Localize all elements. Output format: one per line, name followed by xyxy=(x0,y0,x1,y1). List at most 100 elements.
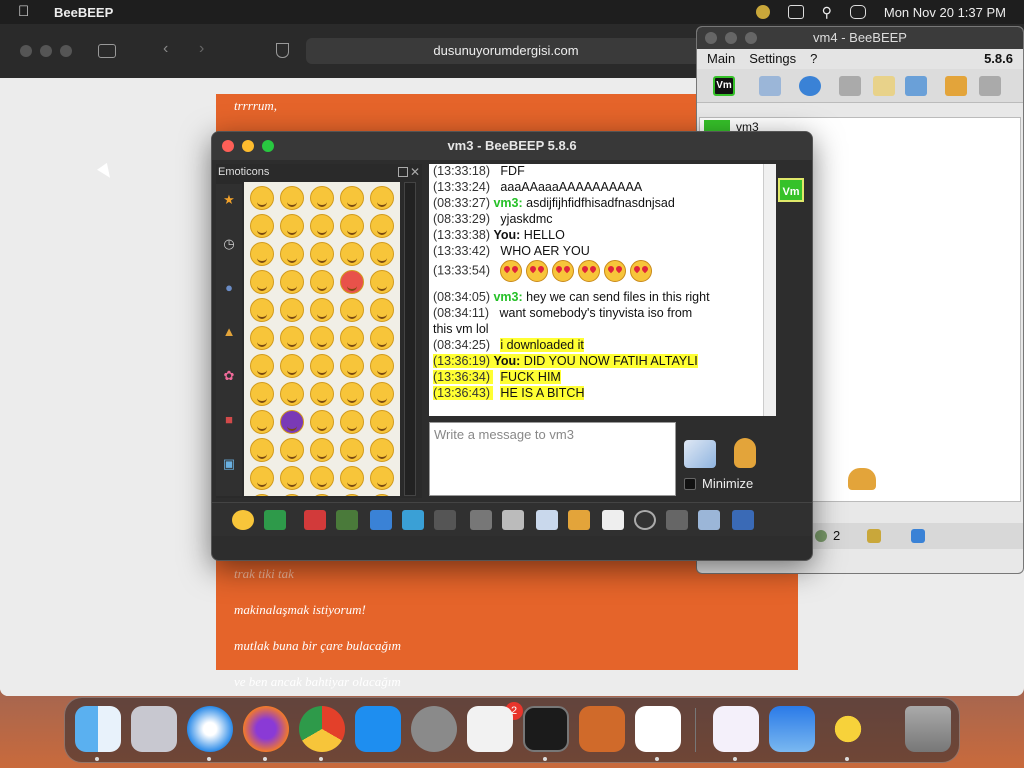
emoticon-icon[interactable] xyxy=(370,382,394,406)
zoom-button[interactable] xyxy=(60,45,72,57)
emoticon-icon[interactable] xyxy=(250,410,274,434)
emoticon-icon[interactable] xyxy=(340,270,364,294)
textedit-icon[interactable] xyxy=(467,706,513,752)
send-file-icon[interactable] xyxy=(536,510,558,530)
microphone-icon[interactable] xyxy=(734,438,756,468)
emoticon-icon[interactable] xyxy=(310,326,334,350)
emoticon-icon[interactable] xyxy=(310,270,334,294)
vm-icon[interactable]: Vm xyxy=(713,76,735,96)
launchpad-icon[interactable] xyxy=(131,706,177,752)
message-input[interactable]: Write a message to vm3 xyxy=(429,422,676,496)
close-button[interactable] xyxy=(222,140,234,152)
firefox-icon[interactable] xyxy=(243,706,289,752)
color-icon[interactable] xyxy=(336,510,358,530)
emoticon-icon[interactable] xyxy=(250,494,274,496)
menu-settings[interactable]: Settings xyxy=(749,49,796,69)
emoticon-icon[interactable] xyxy=(280,214,304,238)
emoticon-icon[interactable] xyxy=(250,298,274,322)
emoticon-icon[interactable] xyxy=(310,466,334,490)
document-icon[interactable] xyxy=(502,510,524,530)
emoticon-icon[interactable] xyxy=(340,438,364,462)
url-bar[interactable]: dusunuyorumdergisi.com xyxy=(306,38,706,64)
emoticon-icon[interactable] xyxy=(310,354,334,378)
screenshot-icon[interactable] xyxy=(666,510,688,530)
emoticon-icon[interactable] xyxy=(232,510,254,530)
safari-icon[interactable] xyxy=(187,706,233,752)
garageband-icon[interactable] xyxy=(579,706,625,752)
bee-status-icon[interactable] xyxy=(755,5,770,19)
control-center-icon[interactable] xyxy=(849,5,866,19)
minimize-button[interactable] xyxy=(725,32,737,44)
close-button[interactable] xyxy=(705,32,717,44)
emoticon-icon[interactable] xyxy=(340,326,364,350)
message-sender[interactable]: You: xyxy=(493,228,523,242)
emoticon-icon[interactable] xyxy=(310,410,334,434)
emoticon-icon[interactable] xyxy=(310,242,334,266)
message-sender[interactable]: vm3: xyxy=(493,290,526,304)
emoticon-icon[interactable] xyxy=(310,438,334,462)
emoticon-icon[interactable] xyxy=(250,438,274,462)
share-folder-icon[interactable] xyxy=(568,510,590,530)
message-sender[interactable]: You: xyxy=(493,354,524,368)
emoticon-icon[interactable] xyxy=(250,382,274,406)
emoticon-icon[interactable] xyxy=(370,242,394,266)
float-panel-icon[interactable] xyxy=(398,167,408,177)
emoticon-icon[interactable] xyxy=(370,354,394,378)
emoticon-icon[interactable] xyxy=(370,438,394,462)
emoticon-icon[interactable] xyxy=(310,382,334,406)
finder-icon[interactable] xyxy=(75,706,121,752)
save-icon[interactable] xyxy=(732,510,754,530)
emoticon-icon[interactable] xyxy=(310,298,334,322)
window-icon[interactable] xyxy=(787,5,804,19)
emoticon-icon[interactable] xyxy=(280,410,304,434)
emoticon-icon[interactable] xyxy=(250,214,274,238)
emoticon-icon[interactable] xyxy=(250,326,274,350)
emoticon-icon[interactable] xyxy=(250,354,274,378)
emoticon-icon[interactable] xyxy=(280,382,304,406)
visual-studio-icon[interactable] xyxy=(713,706,759,752)
emoticon-icon[interactable] xyxy=(280,466,304,490)
sidebar-toggle-icon[interactable] xyxy=(98,44,116,58)
close-button[interactable] xyxy=(20,45,32,57)
emoticon-icon[interactable] xyxy=(310,186,334,210)
emoticon-icon[interactable] xyxy=(370,326,394,350)
minimize-checkbox[interactable] xyxy=(684,478,696,490)
message-sender[interactable]: vm3: xyxy=(493,196,526,210)
emoticon-icon[interactable] xyxy=(340,466,364,490)
record-icon[interactable] xyxy=(634,510,656,530)
edit-icon[interactable] xyxy=(759,76,781,96)
vscode-icon[interactable] xyxy=(635,706,681,752)
emoticon-icon[interactable] xyxy=(280,494,304,496)
emoticon-icon[interactable] xyxy=(280,438,304,462)
menu-main[interactable]: Main xyxy=(707,49,735,69)
emoticon-icon[interactable] xyxy=(340,494,364,496)
emoticon-icon[interactable] xyxy=(280,354,304,378)
note-icon[interactable] xyxy=(873,76,895,96)
emoticon-icon[interactable] xyxy=(370,214,394,238)
terminal-icon[interactable] xyxy=(523,706,569,752)
beebeep-icon[interactable] xyxy=(825,706,871,752)
symbols-tab-icon[interactable]: ▣ xyxy=(219,454,239,474)
emoticon-icon[interactable] xyxy=(340,186,364,210)
mail-icon[interactable] xyxy=(264,510,286,530)
menu-help[interactable]: ? xyxy=(810,49,817,69)
emoticon-icon[interactable] xyxy=(310,214,334,238)
recent-tab-icon[interactable]: ◷ xyxy=(219,234,239,254)
filter-icon[interactable] xyxy=(370,510,392,530)
share-icon[interactable] xyxy=(839,76,861,96)
places-tab-icon[interactable]: ■ xyxy=(219,410,239,430)
emoticon-icon[interactable] xyxy=(280,242,304,266)
apple-icon[interactable]:  xyxy=(18,3,36,21)
emoticon-icon[interactable] xyxy=(250,466,274,490)
emoticon-icon[interactable] xyxy=(280,298,304,322)
chat-scrollbar[interactable] xyxy=(763,164,776,416)
system-settings-icon[interactable] xyxy=(411,706,457,752)
emoticon-icon[interactable] xyxy=(340,382,364,406)
app-store-icon[interactable] xyxy=(355,706,401,752)
search-icon[interactable]: ⚲ xyxy=(822,4,832,21)
chevron-right-icon[interactable]: › xyxy=(199,40,204,58)
spellcheck-icon[interactable] xyxy=(434,510,456,530)
send-icon[interactable] xyxy=(684,440,716,468)
network-icon[interactable] xyxy=(905,76,927,96)
emoticon-icon[interactable] xyxy=(370,298,394,322)
